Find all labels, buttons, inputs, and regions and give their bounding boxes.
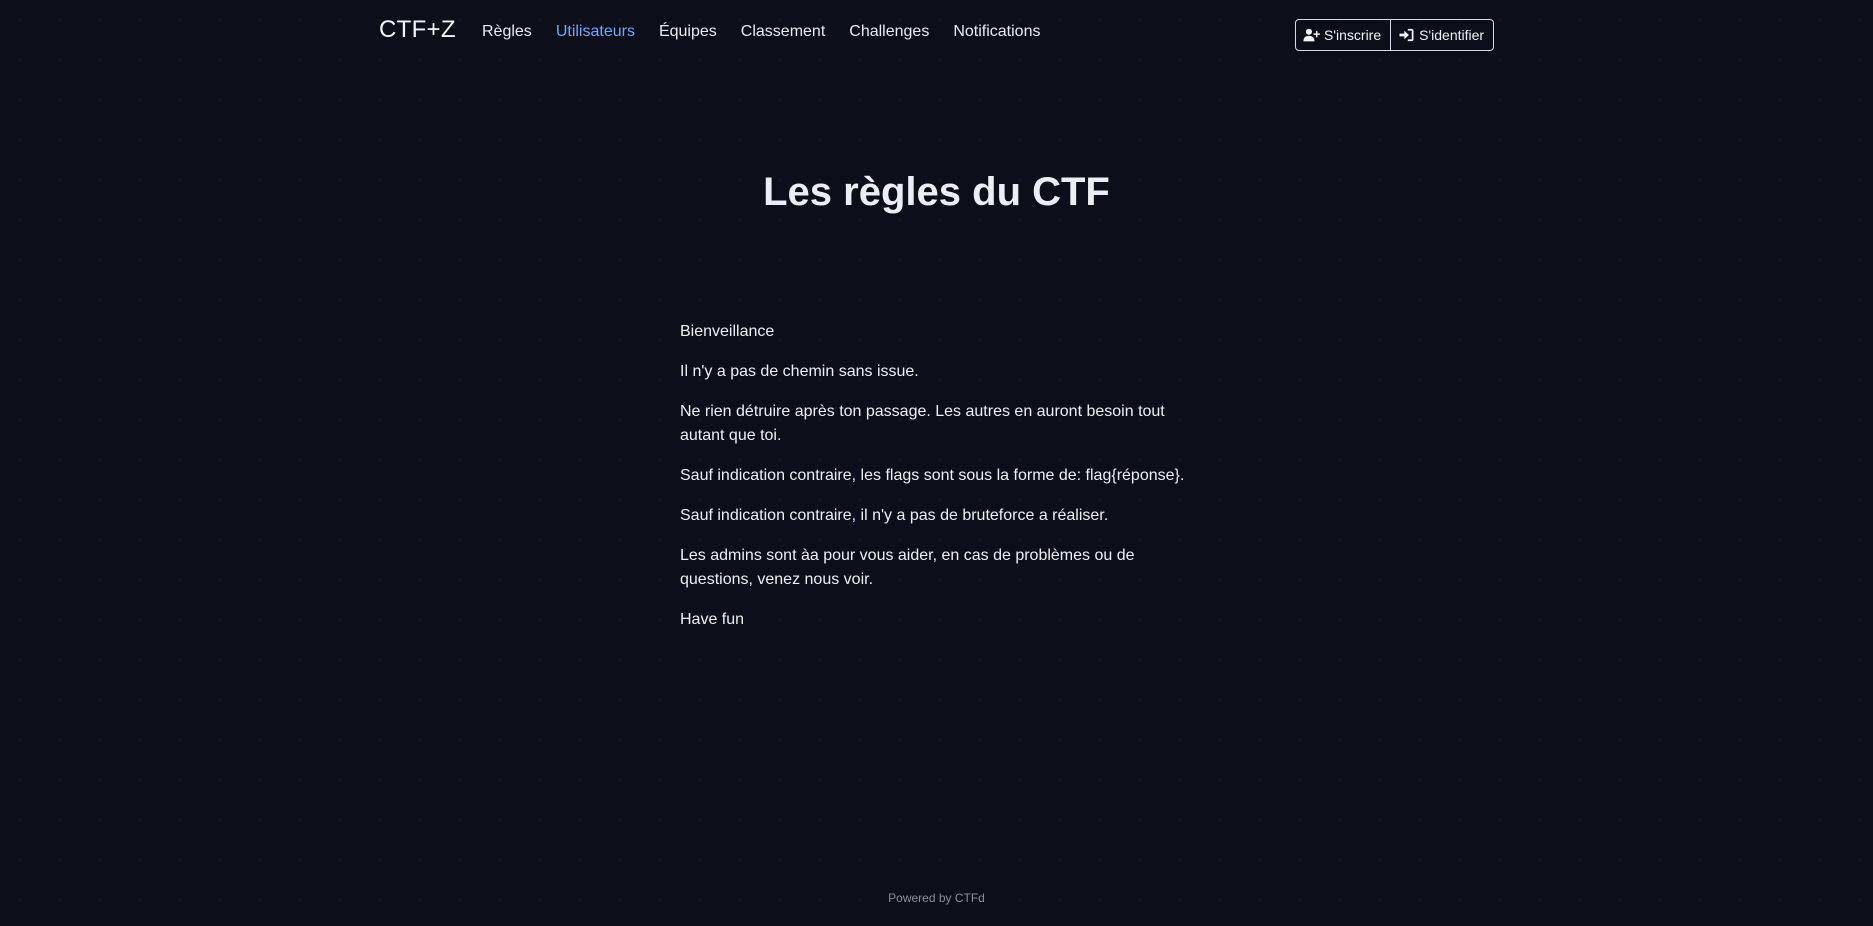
brand-logo[interactable]: CTF+Z [379, 16, 456, 44]
powered-by-link[interactable]: Powered by CTFd [888, 891, 985, 905]
nav-link-equipes[interactable]: Équipes [659, 23, 717, 41]
page-title: Les règles du CTF [763, 170, 1110, 214]
nav-link-notifications[interactable]: Notifications [953, 23, 1040, 41]
nav-link-regles[interactable]: Règles [482, 23, 532, 41]
navbar: CTF+Z Règles Utilisateurs Équipes Classe… [0, 0, 1873, 68]
rule-paragraph: Sauf indication contraire, les flags son… [680, 467, 1185, 484]
register-button[interactable]: S'inscrire [1296, 20, 1390, 50]
nav-links: Règles Utilisateurs Équipes Classement C… [482, 23, 1064, 41]
user-plus-icon [1303, 28, 1320, 42]
register-label: S'inscrire [1324, 27, 1382, 43]
nav-link-challenges[interactable]: Challenges [849, 23, 929, 41]
rule-paragraph: Have fun [680, 611, 745, 628]
rule-paragraph: Il n'y a pas de chemin sans issue. [680, 363, 919, 380]
sign-in-icon [1399, 28, 1414, 42]
rule-paragraph: Bienveillance [680, 323, 775, 340]
rule-paragraph: Ne rien détruire après ton passage. Les … [680, 403, 1165, 444]
rule-paragraph: Sauf indication contraire, il n'y a pas … [680, 507, 1109, 524]
rule-paragraph: Les admins sont àa pour vous aider, en c… [680, 547, 1135, 588]
footer: Powered by CTFd [0, 891, 1873, 905]
login-label: S'identifier [1419, 27, 1485, 43]
nav-link-classement[interactable]: Classement [741, 23, 825, 41]
rules-content: Bienveillance Il n'y a pas de chemin san… [680, 320, 1200, 648]
auth-button-group: S'inscrire S'identifier [1295, 19, 1495, 51]
login-button[interactable]: S'identifier [1390, 20, 1493, 50]
nav-link-utilisateurs[interactable]: Utilisateurs [556, 23, 635, 41]
